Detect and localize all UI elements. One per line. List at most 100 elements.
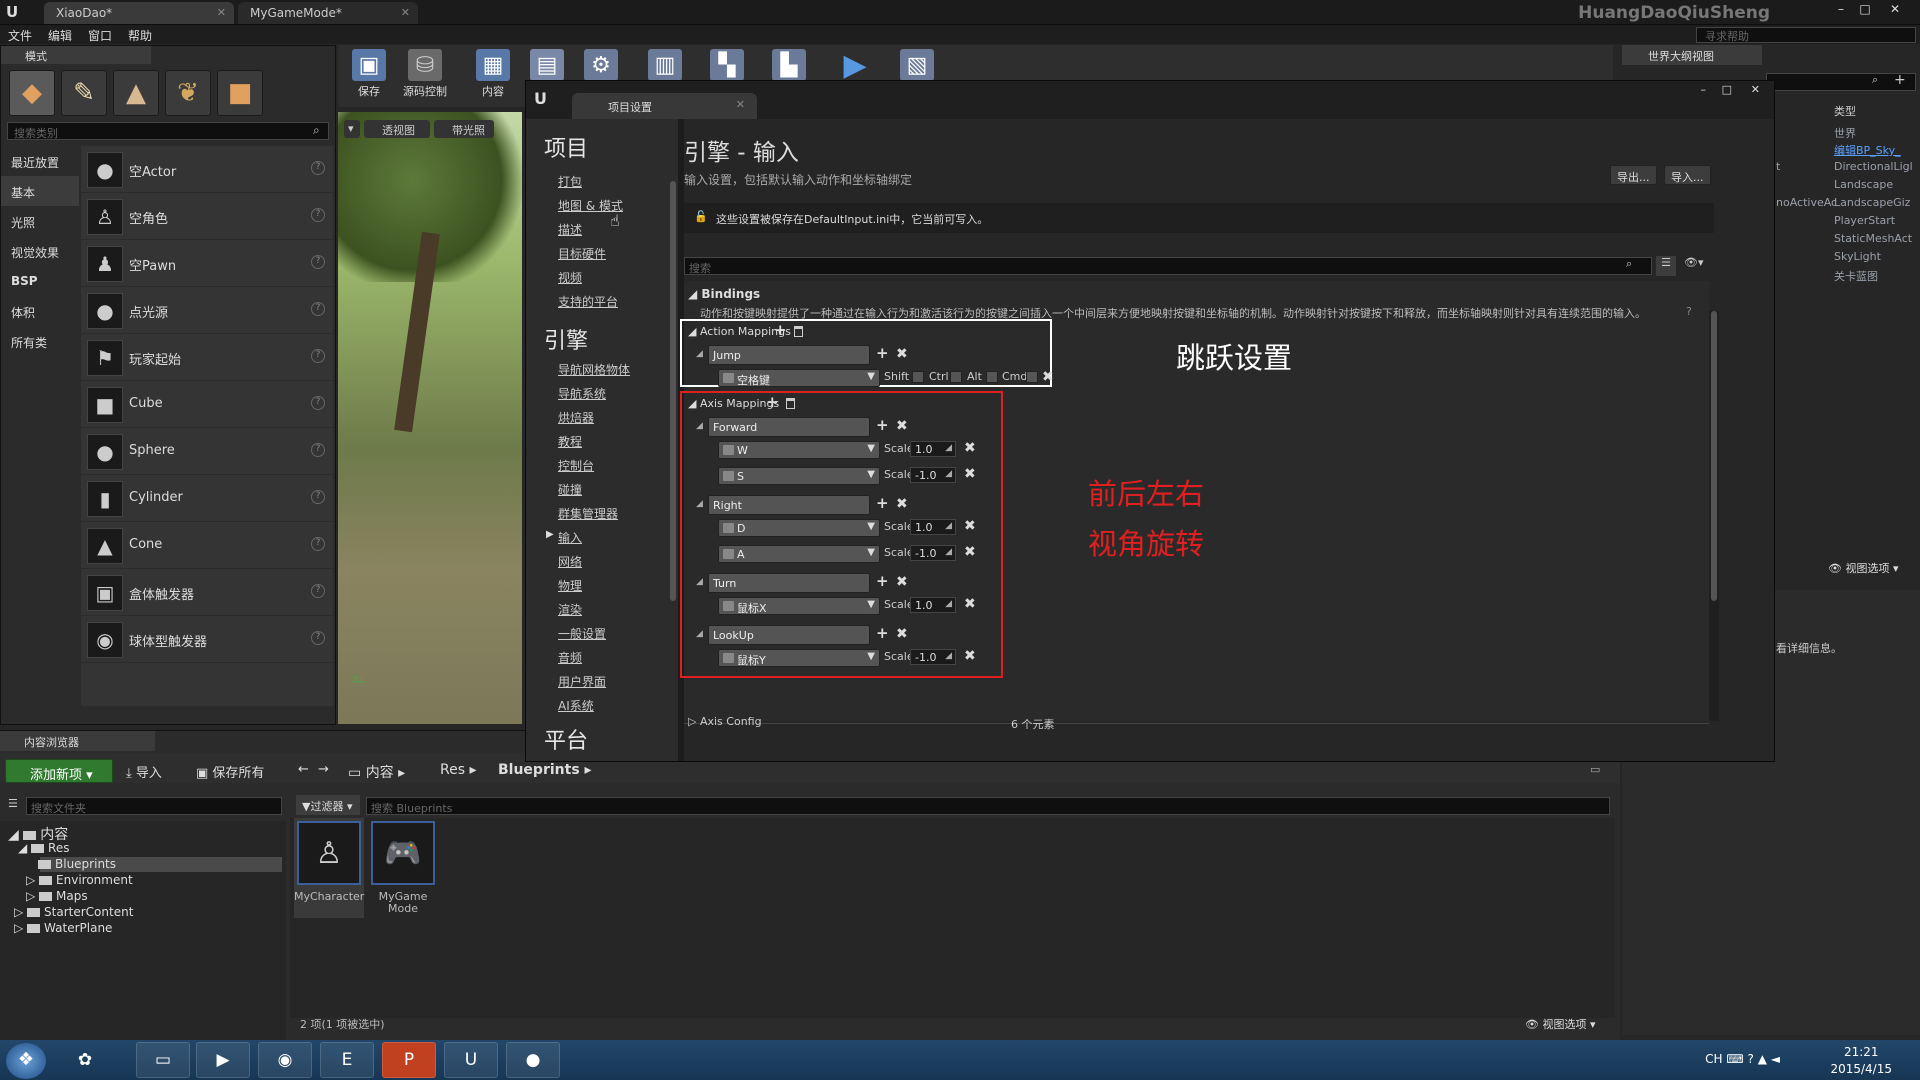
media-player-icon[interactable]: ▶ <box>196 1042 250 1078</box>
breadcrumb-content[interactable]: ▭ 内容 ▸ <box>348 762 405 782</box>
cmd-checkbox[interactable] <box>1026 371 1038 383</box>
paint-mode-button[interactable]: ✎ <box>61 70 107 116</box>
help-icon[interactable]: ? <box>311 161 325 175</box>
alt-checkbox[interactable] <box>986 371 998 383</box>
start-button[interactable]: ❖ <box>6 1043 46 1079</box>
scale-input[interactable]: -1.0 ◢ <box>910 649 956 665</box>
forward-icon[interactable]: → <box>318 762 329 777</box>
list-view-icon[interactable]: ☰ <box>1656 256 1676 276</box>
add-icon[interactable]: + <box>876 572 889 590</box>
add-icon[interactable]: + <box>774 321 787 339</box>
add-icon[interactable]: + <box>1894 72 1906 88</box>
close-icon[interactable]: ✕ <box>1751 83 1760 96</box>
view-options-button[interactable]: 👁 视图选项 ▾ <box>1525 1016 1596 1032</box>
nav-item[interactable]: 网络 <box>558 553 582 570</box>
viewport-menu-button[interactable]: ▾ <box>344 120 360 138</box>
outliner-item[interactable]: Landscape <box>1834 178 1893 191</box>
tab-mygamemode[interactable]: MyGameMode* ✕ <box>238 2 418 24</box>
collapse-icon[interactable]: ◢ <box>696 349 703 359</box>
nav-item[interactable]: 描述 <box>558 221 582 238</box>
settings-button[interactable]: ⚙ <box>574 49 628 83</box>
collapse-icon[interactable]: ◢ <box>696 421 703 431</box>
outliner-item[interactable]: LandscapeGiz <box>1834 196 1910 209</box>
remove-icon[interactable]: ✖ <box>964 544 976 560</box>
breadcrumb-blueprints[interactable]: Blueprints ▸ <box>498 762 592 778</box>
list-item[interactable]: ♙ 空角色? <box>81 193 333 240</box>
folder-search-input[interactable]: 搜索文件夹 <box>26 797 282 815</box>
help-icon[interactable]: ? <box>311 537 325 551</box>
axis-name-field-right[interactable]: Right <box>708 495 870 515</box>
list-item[interactable]: ♟ 空Pawn? <box>81 240 333 287</box>
nav-item[interactable]: 教程 <box>558 433 582 450</box>
play-button[interactable]: ▶ <box>828 48 882 83</box>
minimize-icon[interactable]: – <box>1701 83 1707 96</box>
help-icon[interactable]: ? <box>311 396 325 410</box>
collapse-icon[interactable]: ◢ <box>696 577 703 587</box>
scale-input[interactable]: 1.0 ◢ <box>910 597 956 613</box>
remove-icon[interactable]: ✖ <box>964 440 976 456</box>
action-key-select[interactable]: 空格键 ▼ <box>718 369 880 387</box>
view-options-button[interactable]: 👁 视图选项 ▾ <box>1828 560 1899 576</box>
back-icon[interactable]: ← <box>298 762 309 777</box>
remove-icon[interactable]: ✖ <box>1042 369 1054 385</box>
save-button[interactable]: ▣ 保存 <box>342 49 396 99</box>
axis-key-select[interactable]: 鼠标X ▼ <box>718 597 880 615</box>
filter-button[interactable]: ▼过滤器 ▾ <box>296 795 360 815</box>
maximize-icon[interactable]: □ <box>1854 2 1876 18</box>
volume-icon[interactable]: ◄ <box>1771 1052 1780 1066</box>
outliner-item[interactable]: DirectionalLigl <box>1834 160 1913 173</box>
nav-item[interactable]: 一般设置 <box>558 625 606 642</box>
clock[interactable]: 21:21 2015/4/15 <box>1830 1044 1892 1078</box>
epic-launcher-icon[interactable]: E <box>320 1042 374 1078</box>
scale-input[interactable]: -1.0 ◢ <box>910 467 956 483</box>
landscape-mode-button[interactable]: ▲ <box>113 70 159 116</box>
category-volumes[interactable]: 体积 <box>1 296 79 326</box>
remove-icon[interactable]: ✖ <box>896 418 908 434</box>
add-new-button[interactable]: 添加新项 ▾ <box>5 759 113 783</box>
outliner-item[interactable]: 关卡蓝图 <box>1834 268 1878 284</box>
import-button[interactable]: ⤓ 导入 <box>126 762 162 781</box>
axis-key-select[interactable]: A ▼ <box>718 545 880 563</box>
add-icon[interactable]: + <box>876 494 889 512</box>
tree-item-blueprints[interactable]: Blueprints <box>38 857 116 871</box>
tab-modes[interactable]: 模式 <box>1 46 151 64</box>
tree-item-waterplane[interactable]: ▷ WaterPlane <box>14 921 112 935</box>
ctrl-checkbox[interactable] <box>950 371 962 383</box>
language-indicator[interactable]: CH <box>1705 1052 1722 1066</box>
breadcrumb-res[interactable]: Res ▸ <box>440 762 477 778</box>
keyboard-icon[interactable]: ⌨ <box>1726 1052 1743 1066</box>
list-item[interactable]: ■ Cube? <box>81 381 333 428</box>
menu-window[interactable]: 窗口 <box>80 25 120 44</box>
messenger-icon[interactable]: ✿ <box>58 1042 112 1078</box>
remove-icon[interactable]: ✖ <box>964 518 976 534</box>
sources-toggle-icon[interactable]: ☰ <box>8 797 18 810</box>
close-icon[interactable]: ✕ <box>1884 2 1906 18</box>
list-item[interactable]: ● 点光源? <box>81 287 333 334</box>
foliage-mode-button[interactable]: ❦ <box>165 70 211 116</box>
tree-item-environment[interactable]: ▷ Environment <box>26 873 133 887</box>
tree-item-startercontent[interactable]: ▷ StarterContent <box>14 905 133 919</box>
import-button[interactable]: 导入... <box>1664 165 1711 185</box>
launch-button[interactable]: ▧ <box>890 49 944 83</box>
outliner-item[interactable]: StaticMeshAct <box>1834 232 1912 245</box>
chrome-icon[interactable]: ◉ <box>258 1042 312 1078</box>
outliner-item[interactable]: PlayerStart <box>1834 214 1895 227</box>
save-all-button[interactable]: ▣ 保存所有 <box>196 762 264 781</box>
asset-tile-mygamemode[interactable]: 🎮 MyGame Mode <box>368 818 438 918</box>
remove-icon[interactable]: ✖ <box>964 466 976 482</box>
close-icon[interactable]: ✕ <box>401 6 410 19</box>
blueprints-button[interactable]: ▥ <box>638 49 692 83</box>
tab-content-browser[interactable]: 内容浏览器 <box>0 731 155 751</box>
geometry-mode-button[interactable]: ■ <box>217 70 263 116</box>
add-icon[interactable]: + <box>876 416 889 434</box>
list-item[interactable]: ● Sphere? <box>81 428 333 475</box>
help-icon[interactable]: ? <box>311 208 325 222</box>
content-button[interactable]: ▦ 内容 <box>466 49 520 99</box>
powerpoint-icon[interactable]: P <box>382 1042 436 1078</box>
scrollbar-thumb[interactable] <box>1711 311 1717 601</box>
list-item[interactable]: ⚑ 玩家起始? <box>81 334 333 381</box>
category-search-input[interactable]: 搜索类别 <box>7 122 329 140</box>
help-icon[interactable]: ? <box>311 443 325 457</box>
remove-icon[interactable]: ✖ <box>896 496 908 512</box>
bindings-header[interactable]: ◢ Bindings <box>688 287 760 301</box>
